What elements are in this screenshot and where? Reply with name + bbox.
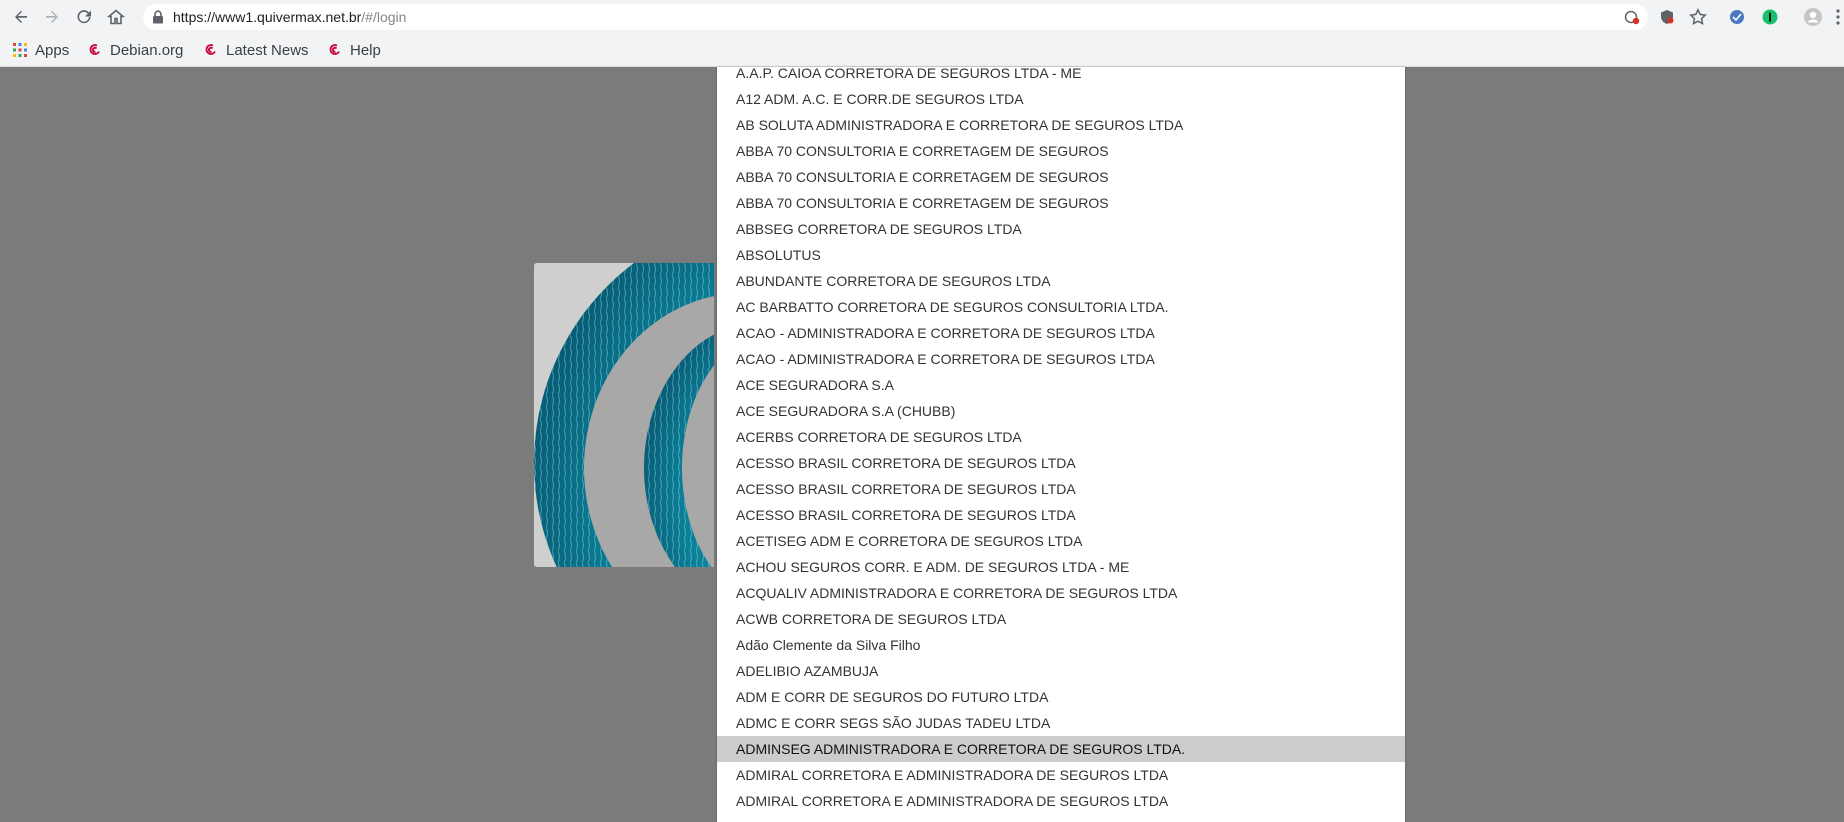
dropdown-option[interactable]: ABBA 70 CONSULTORIA E CORRETAGEM DE SEGU… <box>717 190 1405 216</box>
dropdown-option[interactable]: ACQUALIV ADMINISTRADORA E CORRETORA DE S… <box>717 580 1405 606</box>
dropdown-option[interactable]: ACE SEGURADORA S.A <box>717 372 1405 398</box>
logo-image <box>534 263 714 567</box>
shield-icon[interactable] <box>1657 7 1677 27</box>
url-text: https://www1.quivermax.net.br/#/login <box>173 9 407 25</box>
dropdown-option[interactable]: ABUNDANTE CORRETORA DE SEGUROS LTDA <box>717 268 1405 294</box>
bookmark-debian[interactable]: Debian.org <box>88 34 183 66</box>
apps-grid-icon <box>13 43 27 57</box>
dropdown-option[interactable]: ACWB CORRETORA DE SEGUROS LTDA <box>717 606 1405 632</box>
bookmarks-bar: Apps Debian.org Latest News Help <box>0 34 1844 67</box>
dropdown-options: A.A.P. CAIOA CORRETORA DE SEGUROS LTDA -… <box>717 67 1405 822</box>
login-card <box>534 263 714 567</box>
address-bar[interactable]: https://www1.quivermax.net.br/#/login <box>143 4 1648 30</box>
profile-icon[interactable] <box>1803 7 1823 27</box>
dropdown-option[interactable]: ACHOU SEGUROS CORR. E ADM. DE SEGUROS LT… <box>717 554 1405 580</box>
menu-icon[interactable] <box>1828 7 1844 27</box>
star-icon[interactable] <box>1688 7 1708 27</box>
back-icon[interactable] <box>9 5 33 29</box>
dropdown-option[interactable]: ACERBS CORRETORA DE SEGUROS LTDA <box>717 424 1405 450</box>
dropdown-option[interactable]: ACAO - ADMINISTRADORA E CORRETORA DE SEG… <box>717 346 1405 372</box>
dropdown-option[interactable]: ACE SEGURADORA S.A (CHUBB) <box>717 398 1405 424</box>
dropdown-option[interactable]: A12 ADM. A.C. E CORR.DE SEGUROS LTDA <box>717 86 1405 112</box>
bookmark-label: Latest News <box>226 41 309 59</box>
extension-green-icon[interactable] <box>1760 7 1780 27</box>
dropdown-option[interactable]: ADRIANO CORRETORA DE SEGUROS <box>717 814 1405 822</box>
dropdown-option[interactable]: ACESSO BRASIL CORRETORA DE SEGUROS LTDA <box>717 476 1405 502</box>
debian-swirl-icon <box>204 42 218 58</box>
forward-icon[interactable] <box>40 5 64 29</box>
dropdown-option[interactable]: ACAO - ADMINISTRADORA E CORRETORA DE SEG… <box>717 320 1405 346</box>
bookmark-label: Debian.org <box>110 41 184 59</box>
bookmark-apps[interactable]: Apps <box>13 34 69 66</box>
debian-swirl-icon <box>88 42 102 58</box>
dropdown-option[interactable]: ACESSO BRASIL CORRETORA DE SEGUROS LTDA <box>717 450 1405 476</box>
dropdown-option[interactable]: ACETISEG ADM E CORRETORA DE SEGUROS LTDA <box>717 528 1405 554</box>
dropdown-option[interactable]: AC BARBATTO CORRETORA DE SEGUROS CONSULT… <box>717 294 1405 320</box>
blocked-cookie-icon[interactable] <box>1623 8 1641 26</box>
browser-toolbar: https://www1.quivermax.net.br/#/login <box>0 0 1844 34</box>
bookmark-help[interactable]: Help <box>328 34 381 66</box>
lock-icon[interactable] <box>152 10 164 29</box>
bookmark-latest-news[interactable]: Latest News <box>204 34 309 66</box>
page-overlay[interactable]: A.A.P. CAIOA CORRETORA DE SEGUROS LTDA -… <box>0 67 1844 822</box>
dropdown-option[interactable]: ABBA 70 CONSULTORIA E CORRETAGEM DE SEGU… <box>717 164 1405 190</box>
dropdown-option[interactable]: ADM E CORR DE SEGUROS DO FUTURO LTDA <box>717 684 1405 710</box>
dropdown-option[interactable]: ADELIBIO AZAMBUJA <box>717 658 1405 684</box>
dropdown-option[interactable]: ABBA 70 CONSULTORIA E CORRETAGEM DE SEGU… <box>717 138 1405 164</box>
dropdown-option[interactable]: ADMINSEG ADMINISTRADORA E CORRETORA DE S… <box>717 736 1405 762</box>
dropdown-option[interactable]: A.A.P. CAIOA CORRETORA DE SEGUROS LTDA -… <box>717 67 1405 86</box>
home-icon[interactable] <box>104 5 128 29</box>
dropdown-option[interactable]: ADMIRAL CORRETORA E ADMINISTRADORA DE SE… <box>717 762 1405 788</box>
dropdown-option[interactable]: ABSOLUTUS <box>717 242 1405 268</box>
dropdown-option[interactable]: ADMIRAL CORRETORA E ADMINISTRADORA DE SE… <box>717 788 1405 814</box>
dropdown-option[interactable]: Adão Clemente da Silva Filho <box>717 632 1405 658</box>
extension-icon[interactable] <box>1727 7 1747 27</box>
dropdown-option[interactable]: AB SOLUTA ADMINISTRADORA E CORRETORA DE … <box>717 112 1405 138</box>
dropdown-option[interactable]: ABBSEG CORRETORA DE SEGUROS LTDA <box>717 216 1405 242</box>
debian-swirl-icon <box>328 42 342 58</box>
dropdown-option[interactable]: ACESSO BRASIL CORRETORA DE SEGUROS LTDA <box>717 502 1405 528</box>
reload-icon[interactable] <box>72 5 96 29</box>
broker-dropdown-list[interactable]: A.A.P. CAIOA CORRETORA DE SEGUROS LTDA -… <box>717 67 1405 822</box>
dropdown-option[interactable]: ADMC E CORR SEGS SÃO JUDAS TADEU LTDA <box>717 710 1405 736</box>
bookmark-label: Help <box>350 41 381 59</box>
bookmark-label: Apps <box>35 41 70 59</box>
